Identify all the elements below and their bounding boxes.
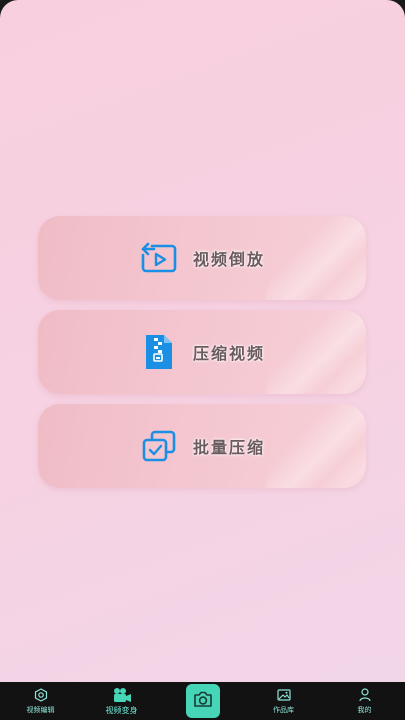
batch-compress-card[interactable]: 批量压缩	[38, 404, 366, 488]
tab-video-transform[interactable]: 视频变身	[81, 682, 162, 720]
compress-video-label: 压缩视频	[192, 344, 265, 363]
main-screen: 视频倒放 压缩视频 批量压缩	[0, 0, 405, 682]
batch-check-icon	[139, 426, 179, 466]
compress-video-card[interactable]: 压缩视频	[38, 310, 366, 394]
video-reverse-icon	[139, 238, 179, 278]
tab-mine[interactable]: 我的	[324, 682, 405, 720]
tab-video-edit-label: 视频编辑	[26, 706, 55, 714]
zip-file-icon	[139, 332, 179, 372]
tab-video-edit[interactable]: 视频编辑	[0, 682, 81, 720]
tab-works-library-label: 作品库	[273, 706, 294, 714]
bottom-tab-bar: 视频编辑 视频变身 作品库 我的	[0, 682, 405, 720]
video-reverse-card[interactable]: 视频倒放	[38, 216, 366, 300]
tab-video-transform-label: 视频变身	[105, 705, 138, 715]
tab-works-library[interactable]: 作品库	[243, 682, 324, 720]
camera-button[interactable]	[185, 684, 220, 718]
image-icon	[276, 687, 291, 703]
user-icon	[358, 687, 371, 703]
video-reverse-label: 视频倒放	[192, 250, 265, 269]
feature-card-list: 视频倒放 压缩视频 批量压缩	[38, 216, 366, 498]
tab-mine-label: 我的	[357, 706, 372, 714]
hexagon-settings-icon	[34, 687, 48, 703]
camera-icon	[193, 691, 213, 711]
video-camera-icon	[112, 687, 132, 703]
batch-compress-label: 批量压缩	[192, 438, 265, 457]
tab-camera[interactable]	[162, 682, 243, 720]
